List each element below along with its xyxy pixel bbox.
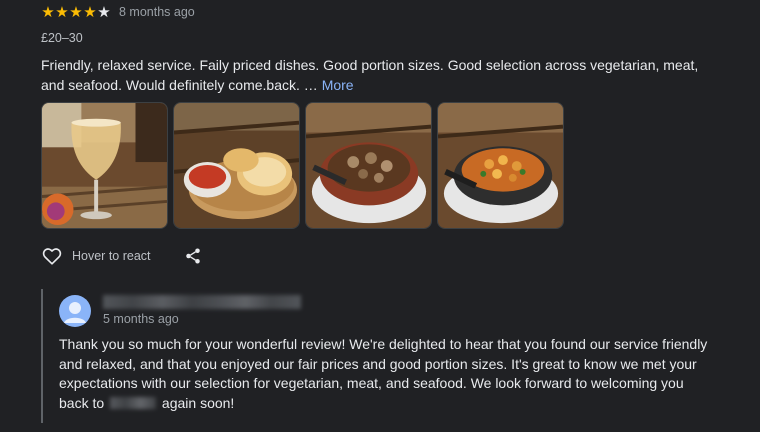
person-icon (64, 302, 86, 323)
photo-bread[interactable] (173, 102, 300, 229)
star-icon: ★ (55, 3, 69, 21)
owner-name-redacted (103, 295, 301, 309)
review-actions: Hover to react (41, 244, 202, 268)
review-text: Friendly, relaxed service. Faily priced … (41, 55, 721, 95)
react-label: Hover to react (72, 249, 151, 263)
price-range: £20–30 (41, 31, 83, 45)
avatar (59, 295, 91, 327)
photo-drink[interactable] (41, 102, 168, 229)
reply-body: Thank you so much for your wonderful rev… (59, 336, 708, 412)
star-rating: ★ ★ ★ ★ ★ (41, 5, 111, 20)
star-icon: ★ (41, 3, 55, 21)
photo-mushroom-dish[interactable] (305, 102, 432, 229)
share-icon[interactable] (184, 247, 202, 265)
owner-reply-text: Thank you so much for your wonderful rev… (59, 335, 709, 414)
reply-time: 5 months ago (103, 312, 179, 326)
redacted-business-name (110, 397, 157, 410)
star-icon: ★ (69, 3, 83, 21)
star-icon: ★ (97, 3, 111, 21)
reply-closing: again soon! (161, 395, 235, 412)
review-body: Friendly, relaxed service. Faily priced … (41, 57, 699, 93)
review-time: 8 months ago (119, 5, 195, 19)
review-photos (41, 102, 564, 229)
owner-reply-divider (41, 289, 43, 423)
heart-icon[interactable] (41, 245, 63, 267)
more-link[interactable]: More (322, 77, 354, 93)
review-header: ★ ★ ★ ★ ★ 8 months ago (41, 3, 195, 21)
photo-chickpea-dish[interactable] (437, 102, 564, 229)
star-icon: ★ (83, 3, 97, 21)
